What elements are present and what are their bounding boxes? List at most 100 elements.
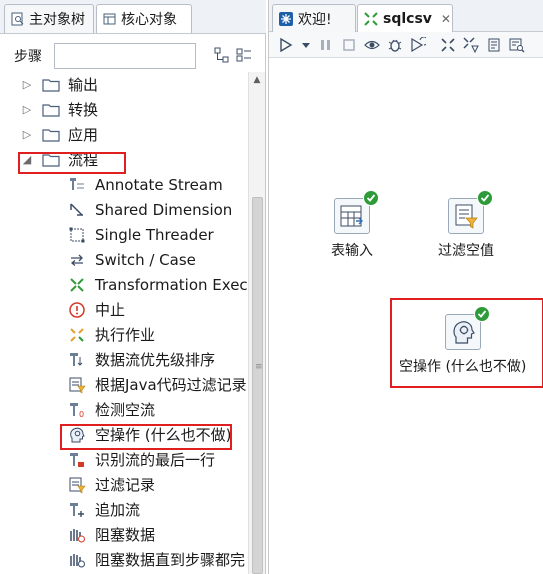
transformation-icon xyxy=(364,11,378,26)
tree-label: 数据流优先级排序 xyxy=(95,351,216,369)
right-panel: 欢迎! sqlcsv ✕ 表输入 过滤空值 空操作 (什么也不做) xyxy=(268,0,543,574)
switch-case-icon xyxy=(67,250,87,270)
shared-dimension-icon xyxy=(67,200,87,220)
expand-arrow-icon[interactable]: ▷ xyxy=(20,103,34,117)
stop-icon[interactable] xyxy=(341,37,357,53)
tree-item[interactable]: 数据流优先级排序 xyxy=(67,347,215,372)
transformation-canvas[interactable]: 表输入 过滤空值 空操作 (什么也不做) xyxy=(269,58,543,574)
annotate-stream-icon xyxy=(67,175,87,195)
scrollbar-thumb[interactable]: ≡ xyxy=(252,197,263,574)
tree-item[interactable]: Annotate Stream xyxy=(67,172,223,197)
tree-folder-transform[interactable]: ▷ 转换 xyxy=(20,97,98,122)
tree-item[interactable]: 根据Java代码过滤记录 xyxy=(67,372,247,397)
blocking-step-icon xyxy=(67,525,87,545)
preview-icon[interactable] xyxy=(364,37,380,53)
transformation-toolbar xyxy=(269,32,543,58)
tree-label: 转换 xyxy=(68,101,99,119)
scroll-up-arrow-icon[interactable]: ▲ xyxy=(249,72,265,88)
steps-label: 步骤 xyxy=(14,49,42,65)
tree-label: Transformation Exec xyxy=(95,275,248,294)
step-label: 过滤空值 xyxy=(438,243,494,259)
tree-label: 阻塞数据直到步骤都完 xyxy=(95,551,246,569)
tree-folder-output[interactable]: ▷ 输出 xyxy=(20,72,98,97)
tree-item[interactable]: Single Threader xyxy=(67,222,214,247)
tree-item[interactable]: Transformation Exec xyxy=(67,272,248,297)
explore-db-icon[interactable] xyxy=(509,37,525,53)
tab-main-object-tree[interactable]: 主对象树 xyxy=(4,4,94,33)
pause-icon[interactable] xyxy=(318,37,334,53)
impact-analysis-icon[interactable] xyxy=(463,37,479,53)
tree-folder-application[interactable]: ▷ 应用 xyxy=(20,122,98,147)
collapse-arrow-icon[interactable]: ◢ xyxy=(20,153,34,167)
verify-icon[interactable] xyxy=(440,37,456,53)
tree-item[interactable]: Switch / Case xyxy=(67,247,196,272)
tree-folder-flow[interactable]: ◢ 流程 xyxy=(20,147,98,172)
svg-text:0: 0 xyxy=(79,410,84,419)
tree-label: 应用 xyxy=(68,126,99,144)
folder-icon xyxy=(42,103,60,117)
tree-item[interactable]: 执行作业 xyxy=(67,322,155,347)
welcome-icon xyxy=(279,11,293,26)
tree-label: 根据Java代码过滤记录 xyxy=(95,376,247,394)
close-tab-icon[interactable]: ✕ xyxy=(441,12,451,26)
tree-label: 空操作 (什么也不做) xyxy=(95,426,232,444)
tree-item[interactable]: 追加流 xyxy=(67,497,140,522)
step-label: 表输入 xyxy=(331,243,373,259)
block-until-steps-finish-icon xyxy=(67,550,87,570)
step-node-table-input[interactable]: 表输入 xyxy=(331,190,379,260)
filter-rows-icon xyxy=(448,190,493,234)
tree-label: 检测空流 xyxy=(95,401,156,419)
filter-rows-icon xyxy=(67,475,87,495)
run-icon[interactable] xyxy=(278,37,294,53)
java-filter-icon xyxy=(67,375,87,395)
folder-icon xyxy=(42,153,60,167)
tree-item[interactable]: 识别流的最后一行 xyxy=(67,447,215,472)
success-check-icon xyxy=(473,306,490,322)
tab-sqlcsv[interactable]: sqlcsv ✕ xyxy=(357,4,453,32)
step-node-filter-null[interactable]: 过滤空值 xyxy=(438,190,494,260)
folder-icon xyxy=(42,78,60,92)
tree-icon xyxy=(11,12,25,26)
tree-label: Shared Dimension xyxy=(95,200,233,219)
dummy-step-icon xyxy=(67,425,87,445)
tab-label: 主对象树 xyxy=(29,12,85,28)
tree-item[interactable]: Shared Dimension xyxy=(67,197,232,222)
sql-icon[interactable] xyxy=(486,37,502,53)
tree-item[interactable]: 空操作 (什么也不做) xyxy=(67,422,231,447)
tree-label: 输出 xyxy=(68,76,99,94)
expand-arrow-icon[interactable]: ▷ xyxy=(20,78,34,92)
detect-empty-stream-icon: 0 xyxy=(67,400,87,420)
tree-item[interactable]: 阻塞数据 xyxy=(67,522,155,547)
tree-label: 执行作业 xyxy=(95,326,156,344)
expand-arrow-icon[interactable]: ▷ xyxy=(20,128,34,142)
tree-label: 流程 xyxy=(68,151,99,169)
tree-item[interactable]: 0 检测空流 xyxy=(67,397,155,422)
tree-label: 识别流的最后一行 xyxy=(95,451,216,469)
debug-icon[interactable] xyxy=(387,37,403,53)
expand-all-icon[interactable] xyxy=(211,45,233,65)
tree-item[interactable]: 过滤记录 xyxy=(67,472,155,497)
tab-label: sqlcsv xyxy=(383,10,432,27)
step-node-dummy[interactable]: 空操作 (什么也不做) xyxy=(399,306,526,376)
tree-label: 过滤记录 xyxy=(95,476,156,494)
tab-core-objects[interactable]: 核心对象 xyxy=(96,4,192,33)
tab-label: 欢迎! xyxy=(298,11,332,28)
execute-job-icon xyxy=(67,325,87,345)
tree-scrollbar[interactable]: ▲ ≡ xyxy=(248,72,265,574)
success-check-icon xyxy=(477,190,493,206)
table-input-icon xyxy=(334,190,379,234)
editor-tab-bar: 欢迎! sqlcsv ✕ xyxy=(269,0,543,32)
tree-item[interactable]: 中止 xyxy=(67,297,125,322)
transformation-executor-icon xyxy=(67,275,87,295)
tab-welcome[interactable]: 欢迎! xyxy=(272,4,356,32)
steps-tree: ▷ 输出 ▷ 转换 ▷ 应用 ◢ 流程 Annotate Stream Shar… xyxy=(0,72,248,574)
core-objects-icon xyxy=(103,12,117,26)
append-streams-icon xyxy=(67,500,87,520)
tree-label: 追加流 xyxy=(95,501,141,519)
tree-item[interactable]: 阻塞数据直到步骤都完 xyxy=(67,547,245,572)
run-dropdown-icon[interactable] xyxy=(298,37,314,53)
abort-icon xyxy=(67,300,87,320)
steps-search-input[interactable] xyxy=(54,43,196,69)
replay-icon[interactable] xyxy=(410,37,426,53)
collapse-all-icon[interactable] xyxy=(233,45,255,65)
